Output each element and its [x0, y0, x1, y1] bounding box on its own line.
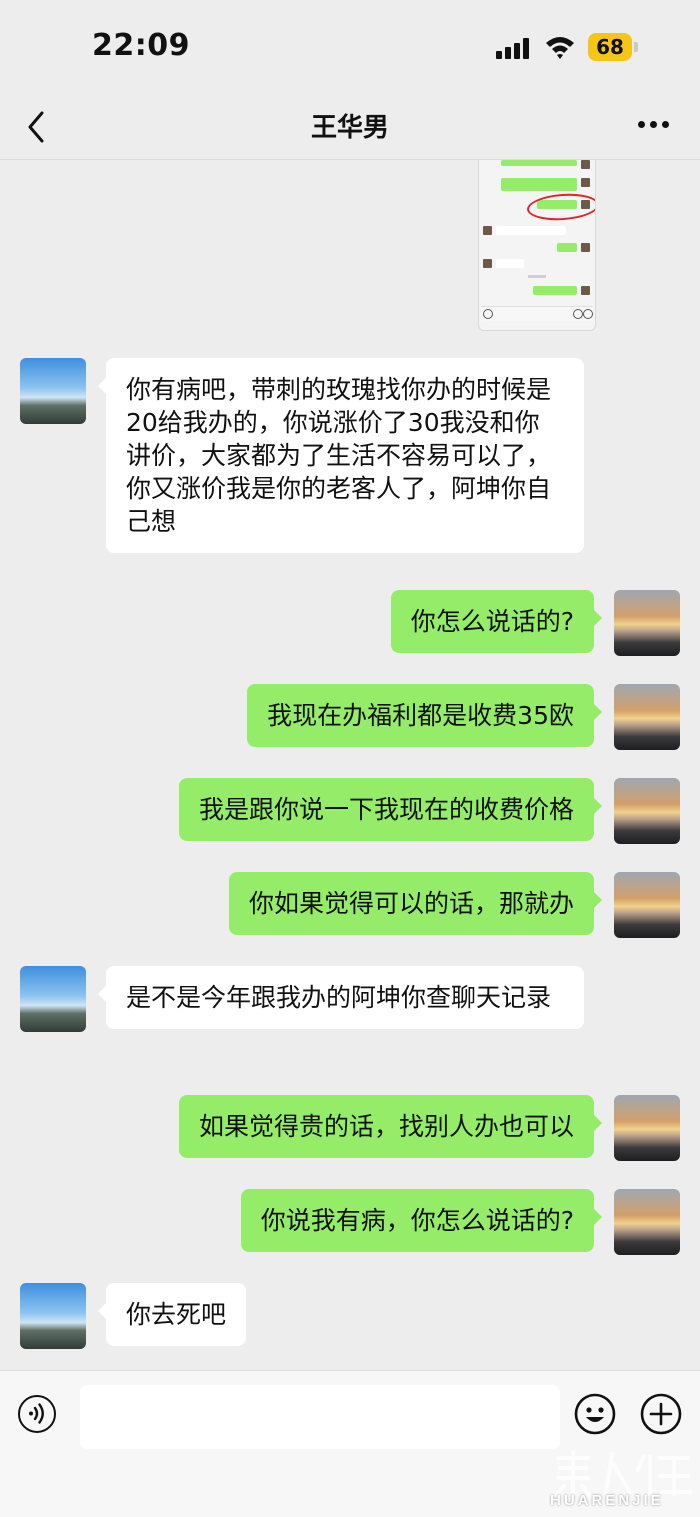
signal-icon [496, 37, 532, 59]
watermark-url: HUARENJIE [550, 1492, 664, 1509]
friend-avatar[interactable] [20, 1283, 86, 1349]
outgoing-message[interactable]: 如果觉得贵的话，找别人办也可以 [178, 1095, 603, 1158]
emoji-icon[interactable] [574, 1393, 616, 1435]
wifi-icon [546, 37, 574, 59]
outgoing-message[interactable]: 你怎么说话的? [390, 590, 603, 653]
my-avatar[interactable] [614, 590, 680, 656]
outgoing-message[interactable]: 你说我有病，你怎么说话的? [240, 1189, 603, 1252]
incoming-message[interactable]: 你去死吧 [97, 1283, 247, 1346]
friend-avatar[interactable] [20, 358, 86, 424]
plus-icon[interactable] [640, 1393, 682, 1435]
incoming-message[interactable]: 是不是今年跟我办的阿坤你查聊天记录 [98, 966, 584, 1029]
highlight-circle [526, 191, 595, 223]
incoming-message[interactable]: 你有病吧，带刺的玫瑰找你办的时候是20给我办的，你说涨价了30我没和你讲价，大家… [98, 358, 584, 553]
outgoing-message[interactable]: 我现在办福利都是收费35欧 [247, 684, 602, 747]
friend-avatar[interactable] [20, 966, 86, 1032]
status-bar: 22:09 68 [0, 0, 700, 95]
my-avatar[interactable] [614, 1095, 680, 1161]
image-message-thumbnail[interactable] [478, 160, 596, 331]
more-icon[interactable] [636, 121, 672, 131]
outgoing-message[interactable]: 你如果觉得可以的话，那就办 [228, 872, 603, 935]
my-avatar[interactable] [614, 872, 680, 938]
battery-indicator: 68 [588, 33, 632, 61]
outgoing-message[interactable]: 我是跟你说一下我现在的收费价格 [178, 778, 603, 841]
my-avatar[interactable] [614, 778, 680, 844]
voice-icon[interactable] [18, 1395, 56, 1433]
chat-title: 王华男 [310, 113, 389, 143]
my-avatar[interactable] [614, 684, 680, 750]
battery-tip [634, 42, 638, 52]
chat-header: 王华男 [0, 95, 700, 160]
status-time: 22:09 [92, 28, 190, 63]
my-avatar[interactable] [614, 1189, 680, 1255]
message-input[interactable] [80, 1385, 560, 1449]
